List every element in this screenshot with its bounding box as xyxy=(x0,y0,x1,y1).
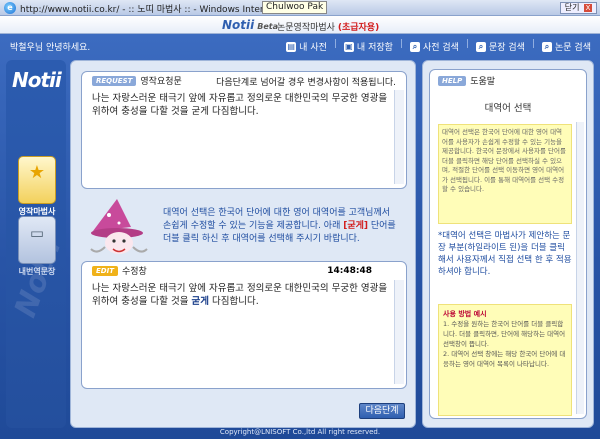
help-header: HELP 도움말 xyxy=(438,74,495,87)
app-name: 논문영작마법사 xyxy=(277,23,335,33)
edit-title: 수정창 xyxy=(121,267,147,277)
help-panel: HELP 도움말 대역어 선택 대역어 선택은 한국어 단어에 대한 영어 대역… xyxy=(422,60,594,428)
help-topic: 대역어 선택 xyxy=(484,103,532,114)
greeting-text: 박철우님 안녕하세요. xyxy=(10,43,91,53)
helper-line-1: 대역어 선택은 한국어 단어에 대한 영어 대역어를 고객님께서 xyxy=(163,208,391,218)
brand-bar: Notii Beta 논문영작마법사 (초급자용) xyxy=(0,16,600,34)
nav-paper-search[interactable]: ⌕ 논문 검색 xyxy=(539,39,594,54)
request-scrollbar[interactable] xyxy=(394,90,404,184)
save-box-icon: ▣ xyxy=(343,41,354,52)
brand-logo-text: Notii xyxy=(222,18,255,32)
nav-link-label: 사전 검색 xyxy=(422,43,459,53)
edit-box: EDIT 수정창 14:48:48 나는 자랑스러운 태극기 앞에 자유롭고 정… xyxy=(81,261,407,389)
next-step-button[interactable]: 다음단계 xyxy=(359,403,405,419)
helper-message: 대역어 선택은 한국어 단어에 대한 영어 대역어를 고객님께서 손쉽게 수정할… xyxy=(163,207,396,246)
request-box: REQUEST 영작요청문 다음단계로 넘어갈 경우 변경사항이 적용됩니다. … xyxy=(81,71,407,189)
helper-line-2: 손쉽게 수정할 수 있는 기능을 제공합니다. 아래 [굳게] 단어를 xyxy=(163,220,396,233)
nav-my-dictionary[interactable]: ▤ 내 사전 xyxy=(283,39,330,54)
left-rail: Notii Notii ★ 영작마법사 ▭ 내번역문장 xyxy=(6,60,66,428)
edit-tag: EDIT xyxy=(92,265,118,276)
nav-separator: | xyxy=(465,39,469,49)
highlighted-word[interactable]: 굳게 xyxy=(191,296,208,307)
help-description: *대역어 선택은 마법사가 제안하는 문장 부분(하일라이트 된)을 더블 클릭… xyxy=(438,231,572,277)
helper-section: 대역어 선택은 한국어 단어에 대한 영어 대역어를 고객님께서 손쉽게 수정할… xyxy=(87,193,407,259)
brand-subtitle: 논문영작마법사 (초급자용) xyxy=(277,20,379,33)
user-tooltip: Chulwoo Pak xyxy=(262,1,328,14)
footer-copyright: Copyright@LNISOFT Co.,ltd All right rese… xyxy=(219,428,381,436)
edit-text[interactable]: 나는 자랑스러운 태극기 앞에 자유롭고 정의로운 대한민국의 무궁한 영광을 … xyxy=(92,282,388,308)
title-bar: e http://www.notii.co.kr/ - :: 노띠 마법사 ::… xyxy=(0,0,600,16)
help-scrollbar[interactable] xyxy=(576,122,584,414)
rail-logo: Notii xyxy=(12,68,62,92)
request-title: 영작요청문 xyxy=(140,77,182,87)
edit-text-after: 다짐합니다. xyxy=(208,296,259,307)
close-icon: X xyxy=(584,4,592,12)
request-header: REQUEST 영작요청문 xyxy=(92,74,182,87)
example-step-1: 1. 수정을 원하는 한국어 단어를 더블 클릭합니다. 더블 클릭하면, 단어… xyxy=(443,320,566,348)
nav-sentence-search[interactable]: ⌕ 문장 검색 xyxy=(473,39,528,54)
help-tag: HELP xyxy=(438,75,467,86)
nav-link-label: 논문 검색 xyxy=(555,43,591,53)
edit-time: 14:48:48 xyxy=(327,266,372,276)
nav-links: ▤ 내 사전 | ▣ 내 저장함 | ⌕ 사전 검색 | ⌕ 문장 검색 | ⌕… xyxy=(283,39,594,54)
brand-logo: Notii Beta xyxy=(222,18,278,32)
beta-label: Beta xyxy=(257,22,278,31)
nav-separator: | xyxy=(399,39,403,49)
nav-dictionary-search[interactable]: ⌕ 사전 검색 xyxy=(407,39,462,54)
example-title: 사용 방법 예시 xyxy=(443,310,487,318)
help-example: 사용 방법 예시 1. 수정을 원하는 한국어 단어를 더블 클릭합니다. 더블… xyxy=(438,304,572,416)
paper-search-icon: ⌕ xyxy=(542,41,553,52)
request-text[interactable]: 나는 자랑스러운 태극기 앞에 자유롭고 정의로운 대한민국의 무궁한 영광을 … xyxy=(92,92,388,118)
app-window: e http://www.notii.co.kr/ - :: 노띠 마법사 ::… xyxy=(0,0,600,439)
nav-link-label: 내 사전 xyxy=(299,43,327,53)
edit-scrollbar[interactable] xyxy=(394,280,404,384)
nav-link-label: 내 저장함 xyxy=(356,43,393,53)
helper-line-2-text: 손쉽게 수정할 수 있는 기능을 제공합니다. 아래 xyxy=(163,221,344,231)
helper-line-3: 더블 클릭 하신 후 대역어를 선택해 주시기 바랍니다. xyxy=(163,234,360,244)
request-notice: 다음단계로 넘어갈 경우 변경사항이 적용됩니다. xyxy=(216,78,396,88)
request-tag: REQUEST xyxy=(92,75,137,86)
level-badge: (초급자용) xyxy=(337,23,380,33)
tool-label: 내번역문장 xyxy=(18,267,56,276)
tool-translation-wizard[interactable]: ★ 영작마법사 xyxy=(18,156,56,216)
example-step-2: 2. 대역어 선택 창에는 해당 한국어 단어에 대응하는 영어 대역어 목록이… xyxy=(443,350,566,368)
close-button[interactable]: 닫기 X xyxy=(559,2,597,14)
nav-separator: | xyxy=(531,39,536,49)
edit-header: EDIT 수정창 xyxy=(92,264,147,277)
star-icon: ★ xyxy=(28,162,46,183)
top-nav: 박철우님 안녕하세요. ▤ 내 사전 | ▣ 내 저장함 | ⌕ 사전 검색 |… xyxy=(0,35,600,57)
close-label: 닫기 xyxy=(564,3,580,12)
wizard-icon xyxy=(90,199,148,254)
document-icon: ▭ xyxy=(29,224,45,242)
main-panel: REQUEST 영작요청문 다음단계로 넘어갈 경우 변경사항이 적용됩니다. … xyxy=(70,60,416,428)
sentence-search-icon: ⌕ xyxy=(475,41,486,52)
help-box: HELP 도움말 대역어 선택 대역어 선택은 한국어 단어에 대한 영어 대역… xyxy=(429,69,587,419)
tool-my-translations[interactable]: ▭ 내번역문장 xyxy=(18,216,56,276)
help-title: 도움말 xyxy=(470,77,496,87)
dictionary-icon: ▤ xyxy=(286,41,297,52)
help-note: 대역어 선택은 한국어 단어에 대한 영어 대역어를 사용자가 손쉽게 수정할 … xyxy=(438,124,572,224)
helper-emphasis: [굳게] xyxy=(343,221,369,231)
nav-my-storage[interactable]: ▣ 내 저장함 xyxy=(341,39,396,54)
nav-link-label: 문장 검색 xyxy=(488,43,525,53)
nav-separator: | xyxy=(333,39,337,49)
window-title: http://www.notii.co.kr/ - :: 노띠 마법사 :: -… xyxy=(20,5,270,15)
helper-line-2-tail: 단어를 xyxy=(368,221,396,231)
browser-icon: e xyxy=(4,2,16,14)
dictionary-search-icon: ⌕ xyxy=(409,41,420,52)
